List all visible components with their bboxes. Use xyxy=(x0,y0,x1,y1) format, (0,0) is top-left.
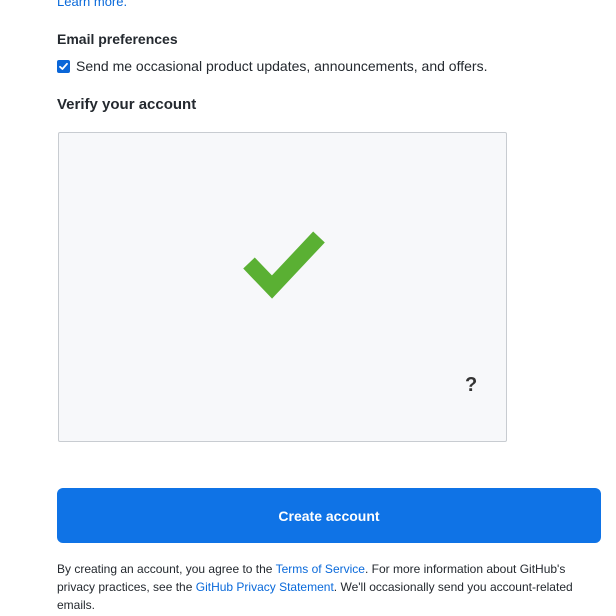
email-preferences-label: Email preferences xyxy=(57,31,178,47)
learn-more-link[interactable]: Learn more. xyxy=(57,0,127,9)
email-opt-in-row[interactable]: Send me occasional product updates, anno… xyxy=(57,58,487,74)
captcha-box[interactable]: ? xyxy=(58,132,507,442)
legal-text-1: By creating an account, you agree to the xyxy=(57,562,276,576)
checkmark-icon xyxy=(243,231,325,299)
create-account-button[interactable]: Create account xyxy=(57,488,601,543)
legal-notice: By creating an account, you agree to the… xyxy=(57,560,577,614)
terms-of-service-link[interactable]: Terms of Service xyxy=(276,562,365,576)
privacy-statement-link[interactable]: GitHub Privacy Statement xyxy=(196,580,334,594)
checkbox-check-icon xyxy=(59,62,68,70)
email-opt-in-text: Send me occasional product updates, anno… xyxy=(76,58,488,74)
verify-account-label: Verify your account xyxy=(57,96,197,113)
help-icon[interactable]: ? xyxy=(465,374,477,397)
email-opt-in-checkbox[interactable] xyxy=(57,59,70,73)
